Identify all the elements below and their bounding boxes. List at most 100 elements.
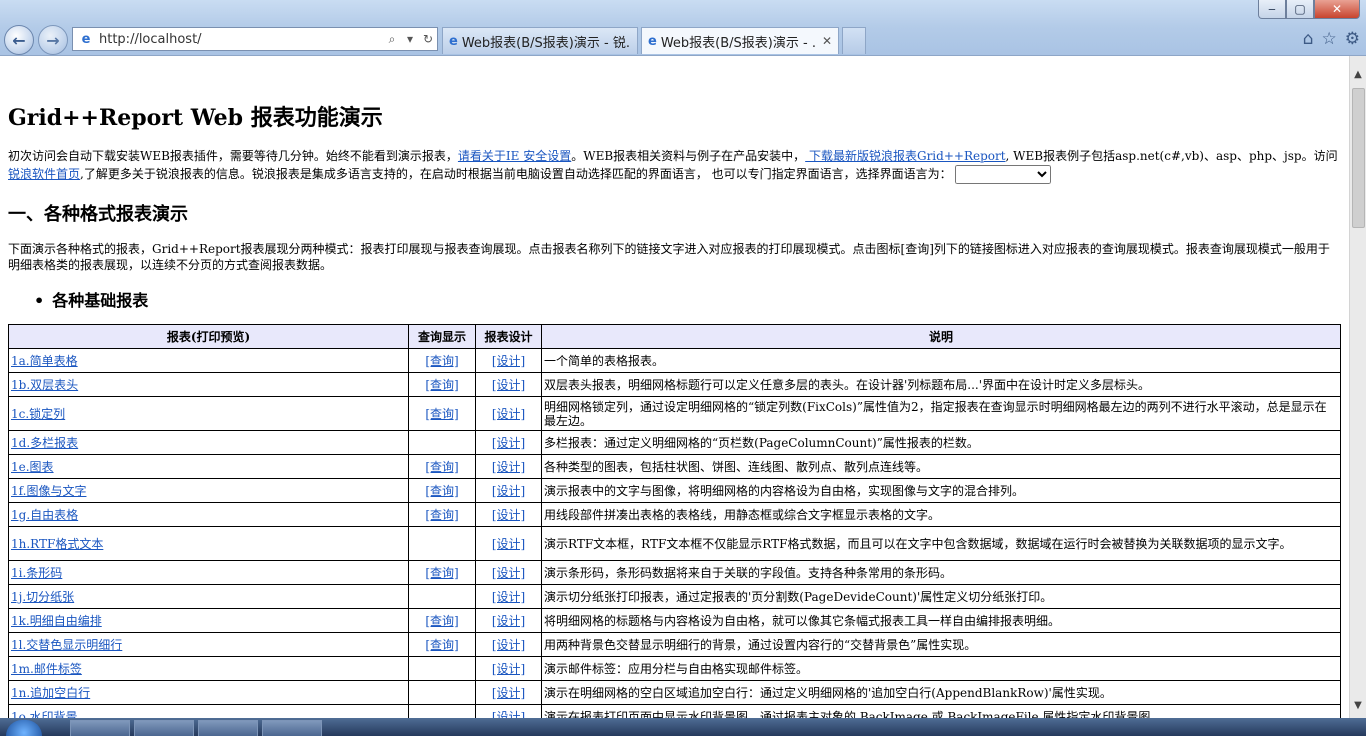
- report-name-cell: 1k.明细自由编排: [8, 608, 409, 633]
- design-link[interactable]: [设计]: [492, 614, 525, 628]
- taskbar-item[interactable]: [262, 720, 322, 736]
- design-link[interactable]: [设计]: [492, 662, 525, 676]
- report-link[interactable]: 1k.明细自由编排: [11, 614, 102, 628]
- description-cell: 演示切分纸张打印报表，通过定报表的'页分割数(PageDevideCount)'…: [541, 584, 1341, 609]
- design-link[interactable]: [设计]: [492, 710, 525, 719]
- report-link[interactable]: 1c.锁定列: [11, 407, 65, 421]
- query-link[interactable]: [查询]: [425, 407, 458, 421]
- report-link[interactable]: 1d.多栏报表: [11, 436, 78, 450]
- report-name-cell: 1n.追加空白行: [8, 680, 409, 705]
- report-name-cell: 1b.双层表头: [8, 372, 409, 397]
- design-link[interactable]: [设计]: [492, 407, 525, 421]
- design-link[interactable]: [设计]: [492, 537, 525, 551]
- scroll-down-arrow-icon[interactable]: ▼: [1350, 697, 1366, 714]
- ie-page-icon: e: [648, 33, 657, 49]
- description-cell: 各种类型的图表，包括柱状图、饼图、连线图、散列点、散列点连线等。: [541, 454, 1341, 479]
- intro-text: ,了解更多关于锐浪报表的信息。锐浪报表是集成多语言支持的，在启动时根据当前电脑设…: [80, 167, 952, 181]
- query-cell: [查询]: [408, 372, 476, 397]
- dropdown-icon[interactable]: ▾: [401, 32, 419, 46]
- query-link[interactable]: [查询]: [425, 508, 458, 522]
- taskbar-item[interactable]: [70, 720, 130, 736]
- report-link[interactable]: 1h.RTF格式文本: [11, 537, 103, 551]
- design-cell: [设计]: [475, 680, 542, 705]
- description-cell: 明细网格锁定列，通过设定明细网格的“锁定列数(FixCols)”属性值为2，指定…: [541, 396, 1341, 431]
- design-link[interactable]: [设计]: [492, 686, 525, 700]
- download-link[interactable]: 下载最新版锐浪报表Grid++Report: [805, 149, 1006, 163]
- design-link[interactable]: [设计]: [492, 436, 525, 450]
- query-cell: [查询]: [408, 608, 476, 633]
- homepage-link[interactable]: 锐浪软件首页: [8, 167, 80, 181]
- maximize-button[interactable]: ▢: [1286, 0, 1314, 19]
- report-name-cell: 1l.交替色显示明细行: [8, 632, 409, 657]
- close-window-button[interactable]: ✕: [1314, 0, 1360, 19]
- query-cell: [查询]: [408, 632, 476, 657]
- back-button[interactable]: ←: [4, 25, 34, 55]
- report-link[interactable]: 1e.图表: [11, 460, 54, 474]
- query-cell: [408, 680, 476, 705]
- design-link[interactable]: [设计]: [492, 484, 525, 498]
- favorites-star-icon[interactable]: ☆: [1322, 29, 1337, 49]
- query-link[interactable]: [查询]: [425, 614, 458, 628]
- report-link[interactable]: 1f.图像与文字: [11, 484, 86, 498]
- language-select[interactable]: [955, 165, 1052, 184]
- vertical-scrollbar[interactable]: ▲ ▼: [1349, 56, 1366, 718]
- address-url[interactable]: http://localhost/: [95, 32, 383, 47]
- refresh-icon[interactable]: ↻: [419, 32, 437, 46]
- forward-button[interactable]: →: [38, 25, 68, 55]
- table-row: 1j.切分纸张 [设计] 演示切分纸张打印报表，通过定报表的'页分割数(PageDe…: [8, 584, 1341, 609]
- scroll-thumb[interactable]: [1352, 88, 1365, 228]
- description-cell: 一个简单的表格报表。: [541, 348, 1341, 373]
- tab-2-active[interactable]: e Web报表(B/S报表)演示 - ... ✕: [641, 27, 839, 54]
- query-cell: [查询]: [408, 348, 476, 373]
- intro-paragraph: 初次访问会自动下载安装WEB报表插件，需要等待几分钟。始终不能看到演示报表，请看…: [8, 148, 1340, 184]
- report-link[interactable]: 1i.条形码: [11, 566, 62, 580]
- design-link[interactable]: [设计]: [492, 566, 525, 580]
- intro-text: 。WEB报表相关资料与例子在产品安装中，: [571, 149, 806, 163]
- ie-security-link[interactable]: 请看关于IE 安全设置: [458, 149, 571, 163]
- report-link[interactable]: 1g.自由表格: [11, 508, 78, 522]
- section-title: 一、各种格式报表演示: [8, 204, 188, 225]
- page-title: Grid++Report Web 报表功能演示: [8, 105, 383, 131]
- design-cell: [设计]: [475, 396, 542, 431]
- design-link[interactable]: [设计]: [492, 638, 525, 652]
- query-link[interactable]: [查询]: [425, 460, 458, 474]
- report-link[interactable]: 1a.简单表格: [11, 354, 78, 368]
- query-link[interactable]: [查询]: [425, 354, 458, 368]
- table-row: 1n.追加空白行 [设计] 演示在明细网格的空白区域追加空白行：通过定义明细网格的'…: [8, 680, 1341, 705]
- report-link[interactable]: 1j.切分纸张: [11, 590, 74, 604]
- report-link[interactable]: 1l.交替色显示明细行: [11, 638, 122, 652]
- query-link[interactable]: [查询]: [425, 566, 458, 580]
- report-link[interactable]: 1b.双层表头: [11, 378, 78, 392]
- start-button[interactable]: [6, 720, 42, 736]
- report-link[interactable]: 1o.水印背景: [11, 710, 77, 719]
- design-link[interactable]: [设计]: [492, 590, 525, 604]
- table-row: 1h.RTF格式文本 [设计] 演示RTF文本框，RTF文本框不仅能显示RTF格式数…: [8, 526, 1341, 561]
- close-tab-icon[interactable]: ✕: [822, 34, 832, 48]
- taskbar-item[interactable]: [134, 720, 194, 736]
- bullet-icon: •: [34, 291, 45, 310]
- ie-page-icon: e: [449, 33, 458, 49]
- query-link[interactable]: [查询]: [425, 378, 458, 392]
- report-link[interactable]: 1m.邮件标签: [11, 662, 82, 676]
- minimize-button[interactable]: ‒: [1258, 0, 1286, 19]
- description-cell: 演示报表中的文字与图像，将明细网格的内容格设为自由格，实现图像与文字的混合排列。: [541, 478, 1341, 503]
- new-tab-button[interactable]: [842, 27, 866, 54]
- query-link[interactable]: [查询]: [425, 638, 458, 652]
- tab-1[interactable]: e Web报表(B/S报表)演示 - 锐...: [442, 27, 638, 54]
- taskbar: [0, 718, 1366, 736]
- scroll-up-arrow-icon[interactable]: ▲: [1350, 66, 1366, 83]
- design-link[interactable]: [设计]: [492, 508, 525, 522]
- query-link[interactable]: [查询]: [425, 484, 458, 498]
- address-bar[interactable]: e http://localhost/ ⌕ ▾ ↻: [72, 27, 438, 51]
- description-cell: 将明细网格的标题格与内容格设为自由格，就可以像其它条幅式报表工具一样自由编排报表…: [541, 608, 1341, 633]
- search-icon[interactable]: ⌕: [383, 32, 401, 47]
- design-link[interactable]: [设计]: [492, 378, 525, 392]
- tools-gear-icon[interactable]: ⚙: [1345, 29, 1360, 49]
- design-link[interactable]: [设计]: [492, 354, 525, 368]
- taskbar-item[interactable]: [198, 720, 258, 736]
- query-cell: [查询]: [408, 502, 476, 527]
- home-icon[interactable]: ⌂: [1303, 29, 1314, 49]
- report-table: 报表(打印预览) 查询显示 报表设计 说明 1a.简单表格 [查询] [设计] 一个简…: [8, 324, 1341, 718]
- design-link[interactable]: [设计]: [492, 460, 525, 474]
- report-link[interactable]: 1n.追加空白行: [11, 686, 90, 700]
